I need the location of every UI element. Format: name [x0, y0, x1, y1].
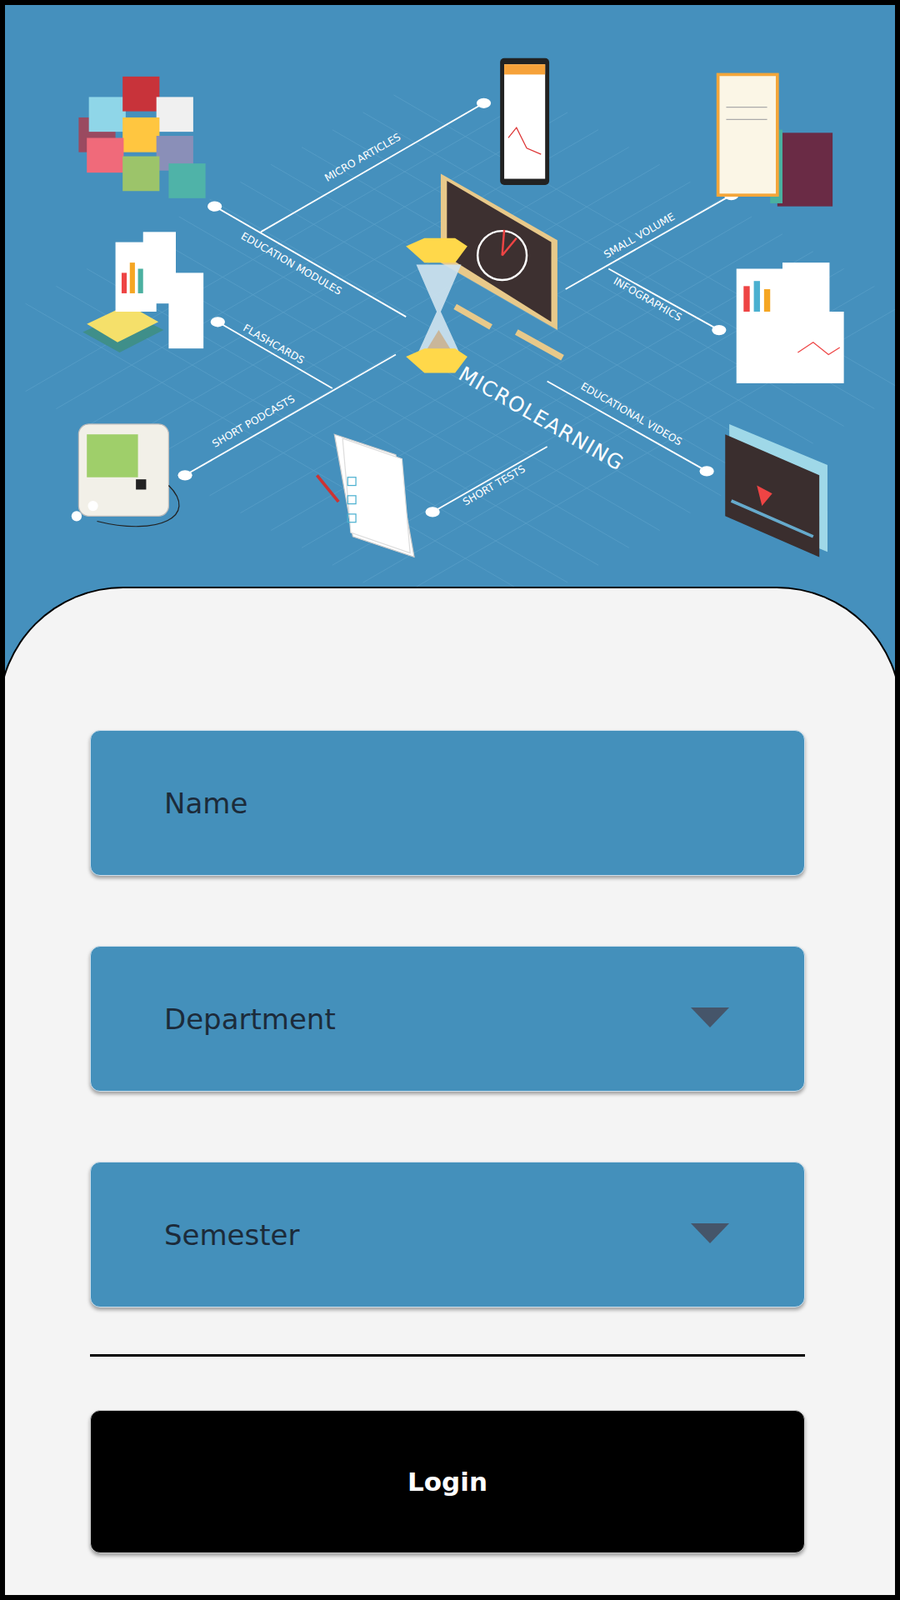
connector: FLASHCARDS	[210, 316, 333, 389]
connector: SHORT TESTS	[425, 446, 548, 518]
field-label: Name	[164, 786, 248, 820]
topic-label: MICRO ARTICLES	[322, 130, 403, 185]
podcast-player-icon	[71, 424, 180, 527]
login-screen: MICRO ARTICLES EDUCATION MODULES FLASHCARD…	[0, 0, 900, 1600]
connector: INFOGRAPHICS	[608, 268, 726, 335]
topic-label: SHORT PODCASTS	[210, 392, 297, 450]
books-icon	[718, 74, 833, 206]
login-form: Name Department Semester	[90, 730, 805, 1308]
chevron-down-icon	[690, 1223, 730, 1247]
connector: EDUCATION MODULES	[207, 201, 406, 318]
tests-icon	[316, 434, 415, 557]
hero-banner: MICRO ARTICLES EDUCATION MODULES FLASHCARD…	[5, 5, 895, 587]
phone-icon	[500, 58, 550, 185]
topic-label: EDUCATION MODULES	[239, 230, 345, 298]
topic-label: SHORT TESTS	[460, 462, 528, 508]
hourglass-icon	[405, 238, 468, 374]
charts-icon	[736, 262, 845, 384]
field-label: Semester	[164, 1218, 300, 1252]
blocks-icon	[78, 76, 205, 199]
select-field[interactable]: Department	[90, 945, 805, 1092]
video-icon	[725, 424, 828, 557]
topic-label: SMALL VOLUME	[601, 210, 677, 261]
text-field[interactable]: Name	[90, 730, 805, 876]
cards-icon	[82, 231, 204, 353]
topic-label: FLASHCARDS	[240, 322, 306, 367]
divider	[90, 1354, 805, 1357]
login-button[interactable]: Login	[90, 1410, 805, 1554]
login-card: Name Department Semester Login	[0, 586, 900, 1595]
microlearning-illustration: MICRO ARTICLES EDUCATION MODULES FLASHCARD…	[5, 5, 895, 587]
chevron-down-icon	[690, 1007, 730, 1031]
topic-label: INFOGRAPHICS	[611, 275, 685, 324]
select-field[interactable]: Semester	[90, 1161, 805, 1308]
connector: SMALL VOLUME	[565, 190, 739, 290]
hero-title: MICROLEARNING	[455, 361, 629, 476]
field-label: Department	[164, 1002, 336, 1036]
